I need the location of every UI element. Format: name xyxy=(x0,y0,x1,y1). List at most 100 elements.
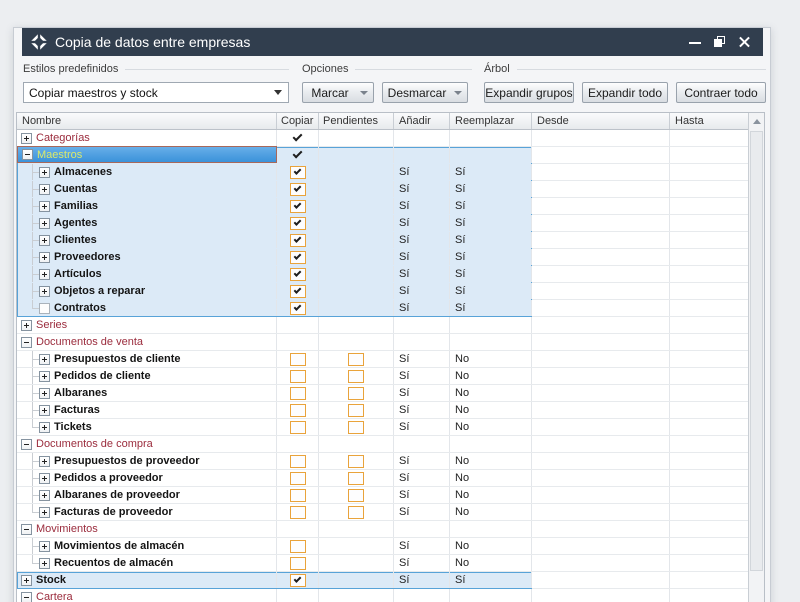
cell-copiar[interactable] xyxy=(277,283,319,299)
copiar-checkbox[interactable] xyxy=(290,574,306,587)
cell-copiar[interactable] xyxy=(277,164,319,180)
cell-pendientes[interactable] xyxy=(319,419,394,435)
cell-nombre[interactable]: Facturas de proveedor xyxy=(17,504,277,520)
expand-icon[interactable] xyxy=(21,575,32,586)
copiar-checkbox[interactable] xyxy=(290,370,306,383)
cell-nombre[interactable]: Agentes xyxy=(17,215,277,231)
cell-anadir[interactable]: Sí xyxy=(394,283,450,299)
cell-reemplazar[interactable]: No xyxy=(450,385,532,401)
copiar-checkbox[interactable] xyxy=(290,540,306,553)
cell-nombre[interactable]: Pedidos de cliente xyxy=(17,368,277,384)
copiar-checkbox[interactable] xyxy=(290,455,306,468)
cell-anadir[interactable]: Sí xyxy=(394,555,450,571)
minimize-button[interactable] xyxy=(687,34,703,50)
cell-nombre[interactable]: Presupuestos de cliente xyxy=(17,351,277,367)
cell-copiar[interactable] xyxy=(277,385,319,401)
expand-icon[interactable] xyxy=(39,235,50,246)
cell-copiar[interactable] xyxy=(277,504,319,520)
expand-icon[interactable] xyxy=(39,422,50,433)
marcar-button[interactable]: Marcar xyxy=(302,82,374,103)
cell-nombre[interactable]: Documentos de compra xyxy=(17,436,277,452)
expand-icon[interactable] xyxy=(21,320,32,331)
cell-copiar[interactable] xyxy=(277,351,319,367)
cell-anadir[interactable]: Sí xyxy=(394,572,450,588)
copiar-checkbox[interactable] xyxy=(290,404,306,417)
copiar-checkbox[interactable] xyxy=(290,506,306,519)
cell-copiar[interactable] xyxy=(277,402,319,418)
expand-icon[interactable] xyxy=(39,252,50,263)
header-cell-copiar[interactable]: Copiar xyxy=(277,113,319,129)
cell-copiar[interactable] xyxy=(277,555,319,571)
cell-reemplazar[interactable]: No xyxy=(450,402,532,418)
cell-copiar[interactable] xyxy=(277,215,319,231)
expand-icon[interactable] xyxy=(39,184,50,195)
cell-copiar[interactable] xyxy=(277,470,319,486)
copiar-checkbox[interactable] xyxy=(290,200,306,213)
vertical-scrollbar[interactable] xyxy=(748,113,764,602)
expand-icon[interactable] xyxy=(39,286,50,297)
pendientes-checkbox[interactable] xyxy=(348,404,364,417)
header-cell-reemplazar[interactable]: Reemplazar xyxy=(450,113,532,129)
cell-nombre[interactable]: Cartera xyxy=(17,589,277,602)
cell-anadir[interactable]: Sí xyxy=(394,538,450,554)
cell-nombre[interactable]: Contratos xyxy=(17,300,277,316)
cell-pendientes[interactable] xyxy=(319,351,394,367)
cell-copiar[interactable] xyxy=(277,181,319,197)
expand-icon[interactable] xyxy=(39,201,50,212)
copiar-checkbox[interactable] xyxy=(290,472,306,485)
cell-anadir[interactable]: Sí xyxy=(394,402,450,418)
copiar-checkbox[interactable] xyxy=(290,387,306,400)
cell-anadir[interactable]: Sí xyxy=(394,385,450,401)
cell-nombre[interactable]: Tickets xyxy=(17,419,277,435)
cell-nombre[interactable]: Categorías xyxy=(17,130,277,146)
pendientes-checkbox[interactable] xyxy=(348,370,364,383)
cell-copiar[interactable] xyxy=(277,419,319,435)
cell-anadir[interactable]: Sí xyxy=(394,215,450,231)
cell-copiar[interactable] xyxy=(277,453,319,469)
cell-nombre[interactable]: Albaranes xyxy=(17,385,277,401)
cell-nombre[interactable]: Cuentas xyxy=(17,181,277,197)
scroll-thumb[interactable] xyxy=(750,131,763,571)
cell-reemplazar[interactable]: Sí xyxy=(450,198,532,214)
cell-copiar[interactable] xyxy=(277,147,319,163)
cell-copiar[interactable] xyxy=(277,368,319,384)
copiar-checkbox[interactable] xyxy=(290,557,306,570)
combo-dropdown-icon[interactable] xyxy=(274,90,282,95)
cell-anadir[interactable]: Sí xyxy=(394,419,450,435)
scroll-up-icon[interactable] xyxy=(753,119,761,124)
cell-anadir[interactable]: Sí xyxy=(394,198,450,214)
cell-copiar[interactable] xyxy=(277,249,319,265)
collapse-icon[interactable] xyxy=(21,592,32,602)
pendientes-checkbox[interactable] xyxy=(348,421,364,434)
leaf-box-icon[interactable] xyxy=(39,303,50,314)
cell-nombre[interactable]: Facturas xyxy=(17,402,277,418)
cell-copiar[interactable] xyxy=(277,572,319,588)
header-cell-hasta[interactable]: Hasta xyxy=(670,113,748,129)
cell-nombre[interactable]: Documentos de venta xyxy=(17,334,277,350)
expand-icon[interactable] xyxy=(39,558,50,569)
cell-reemplazar[interactable]: No xyxy=(450,555,532,571)
cell-copiar[interactable] xyxy=(277,266,319,282)
cell-anadir[interactable]: Sí xyxy=(394,504,450,520)
copiar-checkbox[interactable] xyxy=(290,285,306,298)
cell-reemplazar[interactable]: No xyxy=(450,368,532,384)
copiar-checkbox[interactable] xyxy=(290,353,306,366)
cell-reemplazar[interactable]: Sí xyxy=(450,215,532,231)
cell-anadir[interactable]: Sí xyxy=(394,453,450,469)
expand-icon[interactable] xyxy=(39,269,50,280)
header-cell-desde[interactable]: Desde xyxy=(532,113,670,129)
cell-anadir[interactable]: Sí xyxy=(394,300,450,316)
cell-nombre[interactable]: Stock xyxy=(17,572,277,588)
copiar-checkbox[interactable] xyxy=(290,183,306,196)
cell-nombre[interactable]: Familias xyxy=(17,198,277,214)
expand-icon[interactable] xyxy=(39,405,50,416)
copiar-checkbox[interactable] xyxy=(290,251,306,264)
expandir-todo-button[interactable]: Expandir todo xyxy=(582,82,668,103)
cell-pendientes[interactable] xyxy=(319,368,394,384)
expand-icon[interactable] xyxy=(39,473,50,484)
cell-reemplazar[interactable]: No xyxy=(450,538,532,554)
cell-nombre[interactable]: Pedidos a proveedor xyxy=(17,470,277,486)
cell-reemplazar[interactable]: No xyxy=(450,419,532,435)
expand-icon[interactable] xyxy=(39,371,50,382)
cell-copiar[interactable] xyxy=(277,130,319,146)
